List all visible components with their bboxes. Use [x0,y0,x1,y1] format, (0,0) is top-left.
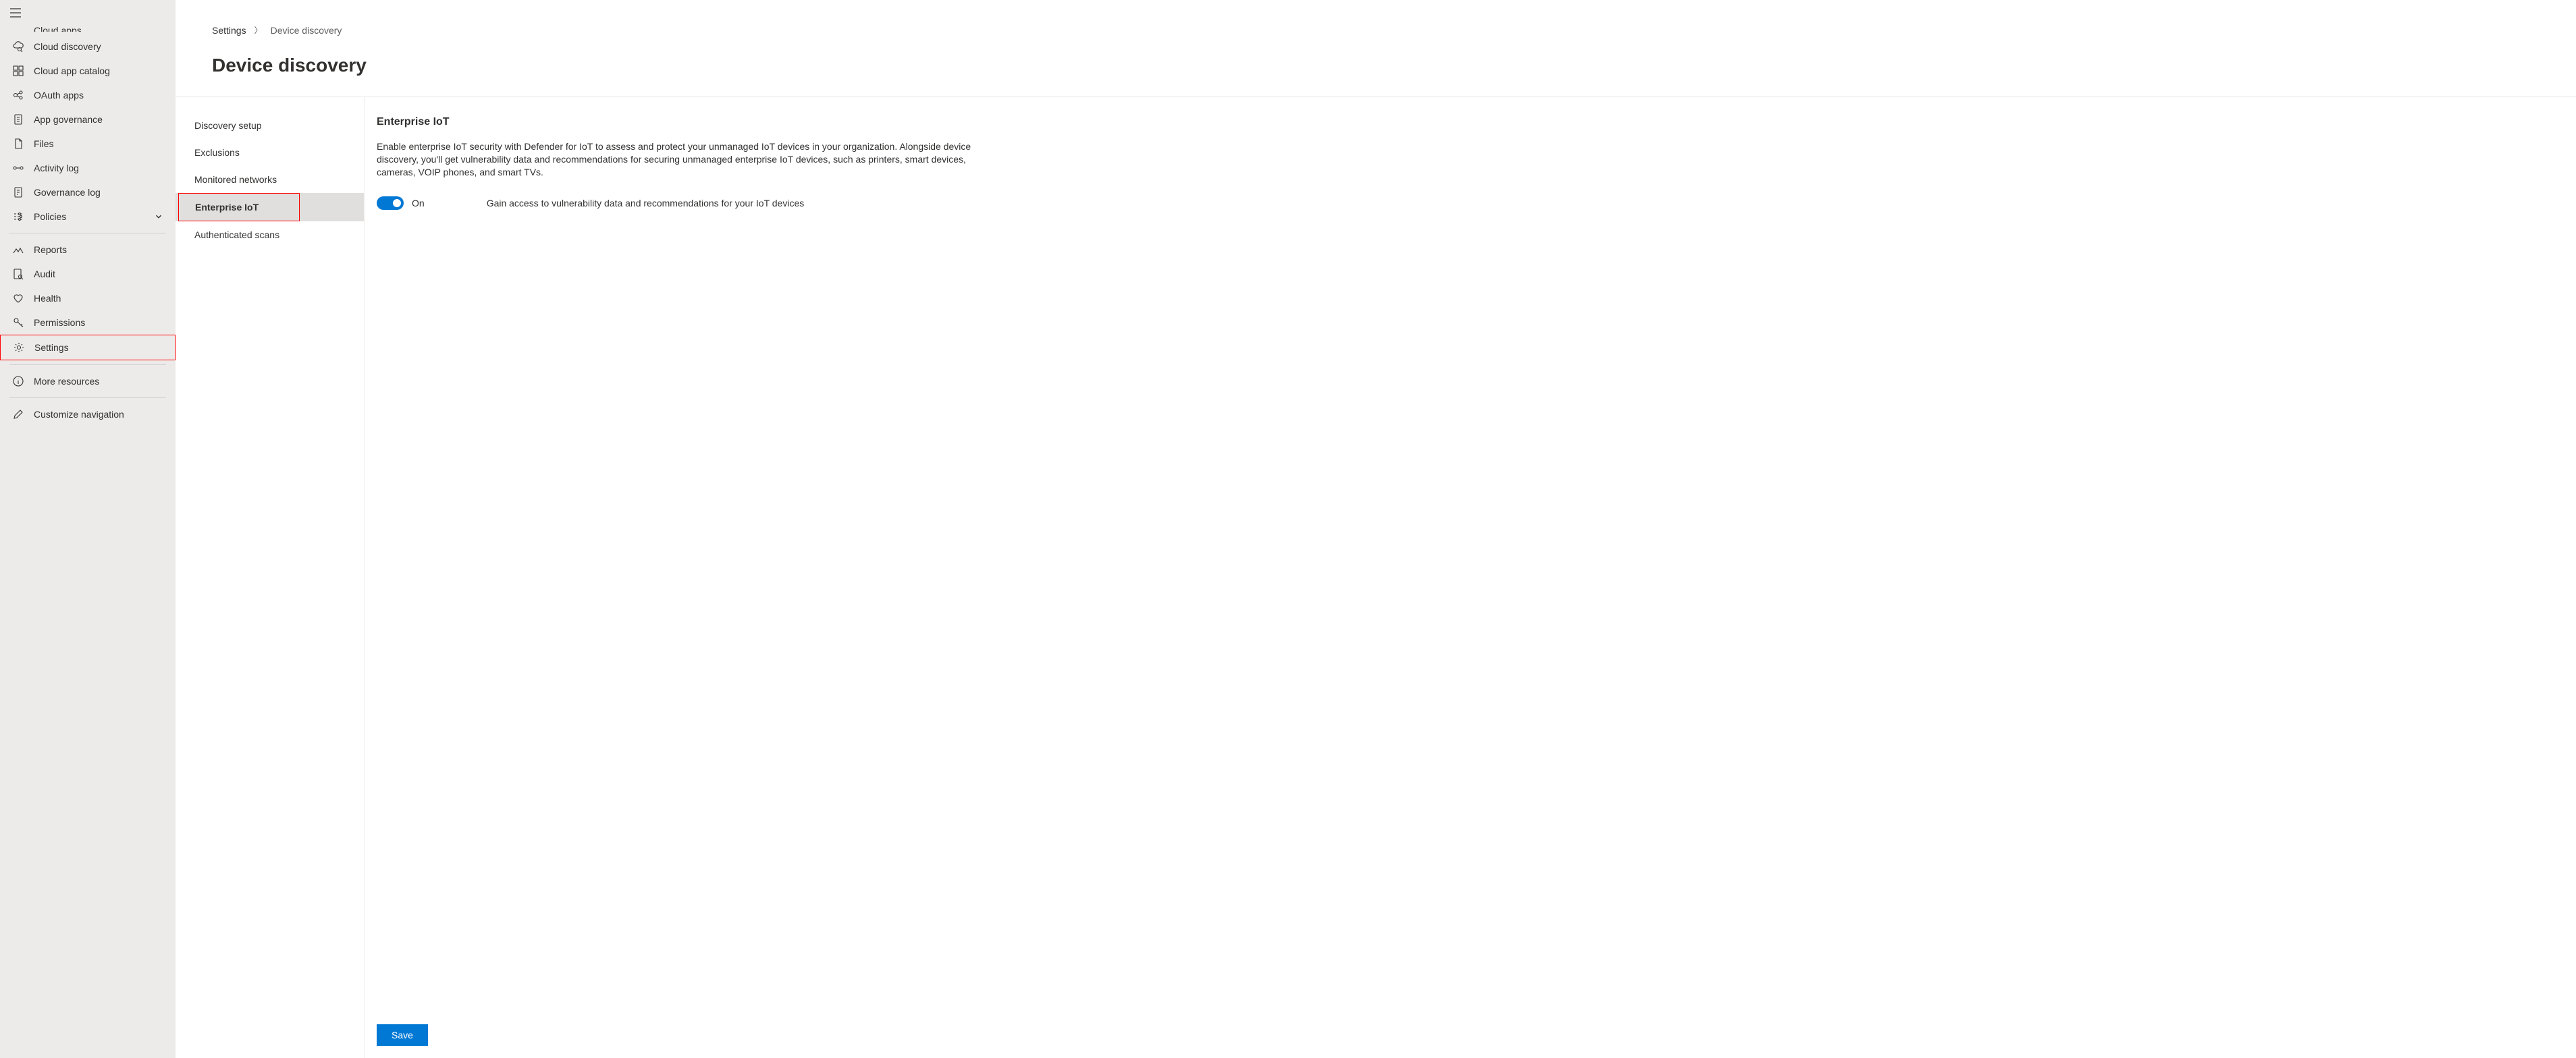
subnav-item-monitored-networks[interactable]: Monitored networks [176,166,364,193]
sidebar-item-governance-log[interactable]: Governance log [0,180,176,204]
health-icon [12,292,24,304]
governance-icon [12,113,24,126]
breadcrumb-parent[interactable]: Settings [212,25,246,36]
sidebar-item-cloud-discovery[interactable]: Cloud discovery [0,34,176,59]
sidebar-item-reports[interactable]: Reports [0,238,176,262]
sidebar-item-cloud-app-catalog[interactable]: Cloud app catalog [0,59,176,83]
chevron-right-icon: 〉 [254,24,263,36]
content-area: Discovery setup Exclusions Monitored net… [176,96,2576,1058]
subnav-item-authenticated-scans[interactable]: Authenticated scans [176,221,364,248]
audit-icon [12,268,24,280]
settings-panel: Enterprise IoT Enable enterprise IoT sec… [365,97,999,1058]
sidebar-item-settings[interactable]: Settings [0,335,176,360]
nav-divider [9,397,166,398]
subnav-item-enterprise-iot[interactable]: Enterprise IoT [176,193,364,221]
sidebar-item-label: Policies [34,211,144,222]
cloud-catalog-icon [12,65,24,77]
nav-divider [9,364,166,365]
policies-icon [12,211,24,223]
sidebar: Cloud apps Cloud discovery Cloud app cat… [0,0,176,1058]
subnav-item-discovery-setup[interactable]: Discovery setup [176,112,364,139]
sidebar-item-oauth-apps[interactable]: OAuth apps [0,83,176,107]
sidebar-item-label: Governance log [34,187,163,198]
files-icon [12,138,24,150]
oauth-icon [12,89,24,101]
subnav: Discovery setup Exclusions Monitored net… [176,97,365,1058]
gear-icon [13,341,25,354]
sidebar-item-health[interactable]: Health [0,286,176,310]
sidebar-item-label: More resources [34,376,163,387]
sidebar-item-label: Cloud discovery [34,41,163,52]
sidebar-item-truncated: Cloud apps [0,25,176,32]
cloud-discovery-icon [12,40,24,53]
panel-title: Enterprise IoT [377,116,986,128]
sidebar-item-customize-navigation[interactable]: Customize navigation [0,402,176,426]
toggle-state-label: On [412,198,425,208]
spacer [377,210,986,1024]
subnav-item-label: Enterprise IoT [178,193,300,221]
sidebar-item-files[interactable]: Files [0,132,176,156]
sidebar-item-audit[interactable]: Audit [0,262,176,286]
toggle-row: On Gain access to vulnerability data and… [377,196,986,210]
sidebar-item-activity-log[interactable]: Activity log [0,156,176,180]
sidebar-item-permissions[interactable]: Permissions [0,310,176,335]
sidebar-item-label: Permissions [34,317,163,328]
sidebar-item-label: Health [34,293,163,304]
permissions-icon [12,316,24,329]
activity-icon [12,162,24,174]
sidebar-item-more-resources[interactable]: More resources [0,369,176,393]
chevron-down-icon [154,212,163,221]
breadcrumb-current: Device discovery [271,25,342,36]
sidebar-item-label: OAuth apps [34,90,163,101]
blank-area [999,97,2576,1058]
hamburger-menu[interactable] [0,0,176,28]
sidebar-item-label: Reports [34,244,163,255]
sidebar-item-label: Activity log [34,163,163,173]
toggle-description: Gain access to vulnerability data and re… [487,198,805,208]
sidebar-item-label: Cloud app catalog [34,65,163,76]
pencil-icon [12,408,24,420]
save-button[interactable]: Save [377,1024,428,1046]
sidebar-item-label: Files [34,138,163,149]
panel-description: Enable enterprise IoT security with Defe… [377,140,986,179]
sidebar-item-label: Customize navigation [34,409,163,420]
breadcrumb: Settings 〉 Device discovery [176,0,2576,48]
page-title: Device discovery [176,48,2576,96]
sidebar-item-label: Settings [34,342,163,353]
enterprise-iot-toggle[interactable] [377,196,404,210]
sidebar-item-app-governance[interactable]: App governance [0,107,176,132]
governance-log-icon [12,186,24,198]
sidebar-item-label: Audit [34,269,163,279]
hamburger-icon [9,7,22,19]
reports-icon [12,244,24,256]
sidebar-item-label: App governance [34,114,163,125]
main-content: Settings 〉 Device discovery Device disco… [176,0,2576,1058]
subnav-item-exclusions[interactable]: Exclusions [176,139,364,166]
sidebar-item-policies[interactable]: Policies [0,204,176,229]
info-icon [12,375,24,387]
